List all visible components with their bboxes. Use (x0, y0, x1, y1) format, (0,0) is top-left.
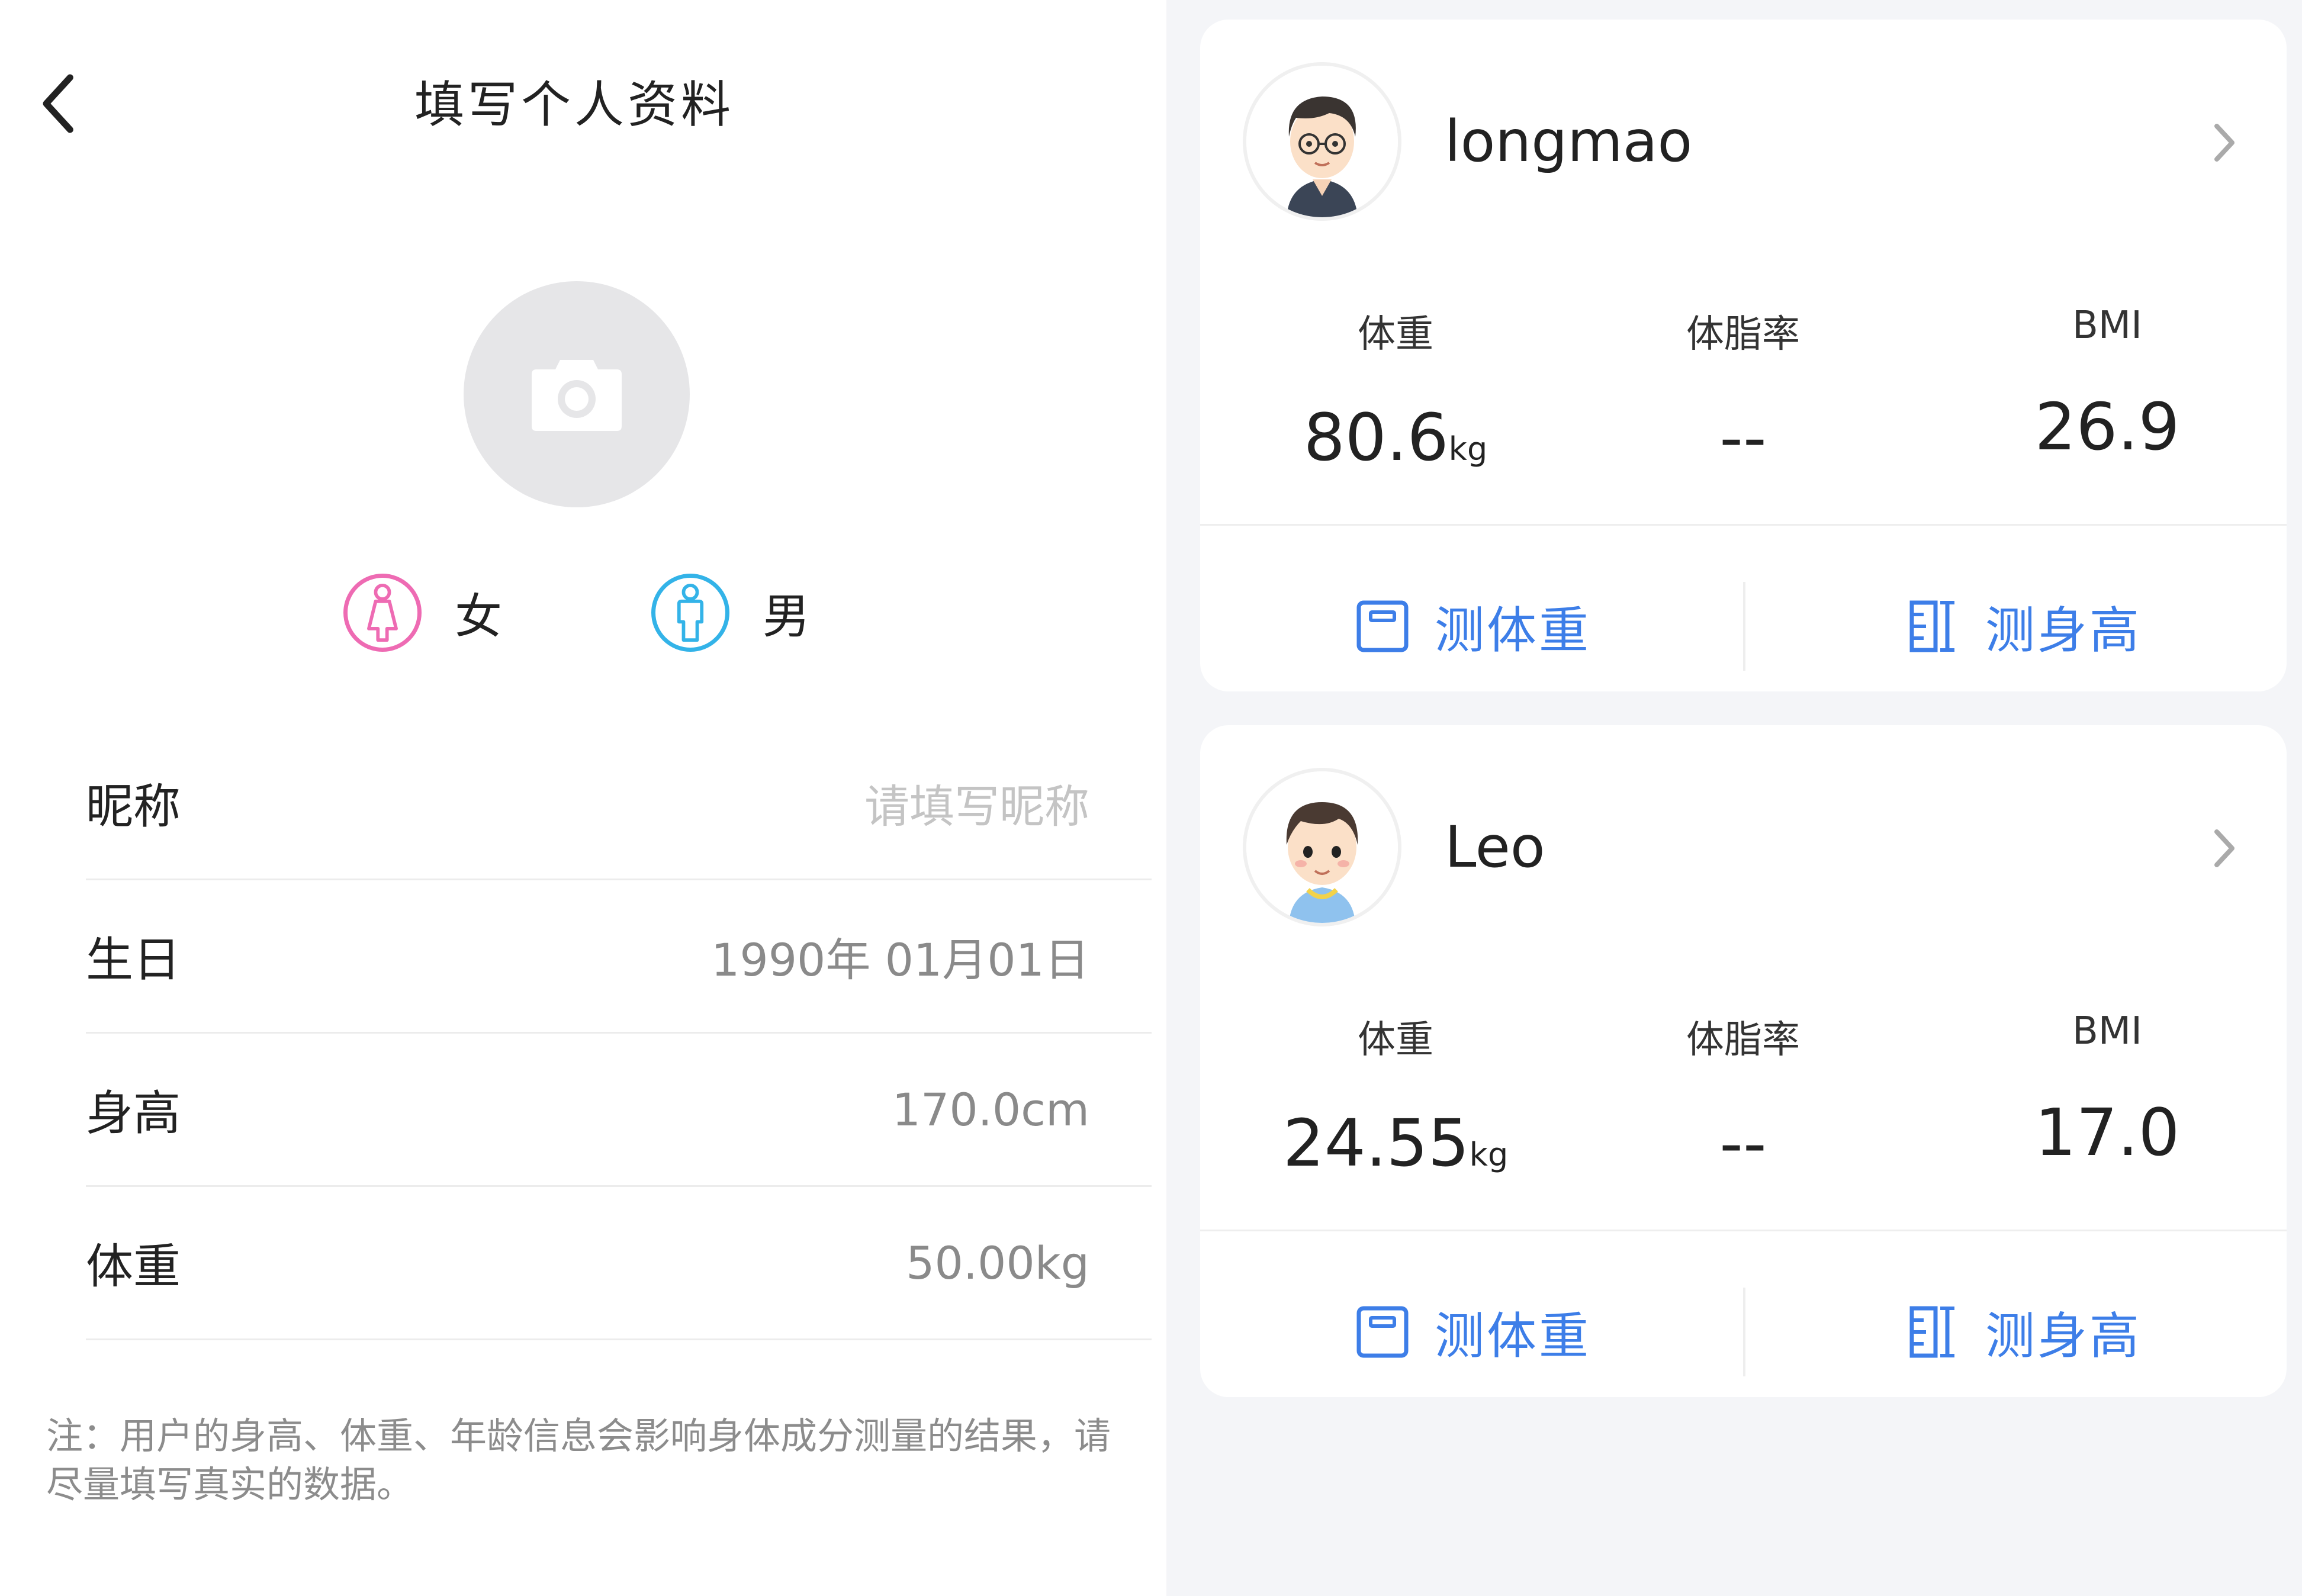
male-icon (651, 574, 729, 652)
nickname-row[interactable]: 昵称 请填写昵称 (86, 727, 1152, 880)
card-divider (1200, 524, 2287, 526)
scale-icon (1356, 1306, 1409, 1358)
gender-option-male[interactable]: 男 (651, 571, 810, 654)
action-divider (1743, 582, 1745, 671)
measure-height-label: 测身高 (1985, 601, 2142, 659)
user-name[interactable]: longmao (1445, 108, 1692, 175)
weight-stat-value: 24.55 (1282, 1105, 1470, 1181)
weight-value[interactable]: 50.00kg (906, 1237, 1089, 1289)
page-title: 填写个人资料 (414, 76, 734, 134)
body-fat-stat-value: -- (1719, 1105, 1767, 1181)
body-fat-stat-value: -- (1719, 400, 1767, 475)
nickname-input[interactable]: 请填写昵称 (864, 770, 1089, 835)
height-value[interactable]: 170.0cm (892, 1083, 1089, 1136)
avatar[interactable] (1246, 771, 1398, 923)
body-fat-stat: 体脂率 -- (1625, 304, 1861, 475)
weight-stat: 体重 80.6kg (1277, 304, 1514, 475)
user-name[interactable]: Leo (1445, 814, 1545, 880)
weight-stat: 体重 24.55kg (1277, 1009, 1514, 1181)
gender-option-female[interactable]: 女 (343, 571, 502, 654)
camera-icon (532, 360, 622, 431)
user-card: longmao 体重 80.6kg 体脂率 -- BMI 26.9 测体重 测身… (1200, 20, 2287, 691)
bmi-stat-label: BMI (2072, 1009, 2142, 1053)
weight-row[interactable]: 体重 50.00kg (86, 1187, 1152, 1340)
weight-stat-unit: kg (1469, 1136, 1509, 1173)
user-avatar-icon (1246, 771, 1398, 923)
bmi-stat-label: BMI (2072, 304, 2142, 347)
height-label: 身高 (86, 1086, 181, 1141)
birthday-label: 生日 (86, 932, 181, 987)
weight-label: 体重 (86, 1239, 181, 1294)
measure-height-button[interactable]: 测身高 (1905, 1293, 2142, 1370)
body-fat-stat-label: 体脂率 (1686, 313, 1800, 356)
body-fat-stat: 体脂率 -- (1625, 1009, 1861, 1181)
birthday-row[interactable]: 生日 1990年 01月01日 (86, 880, 1152, 1034)
gender-female-label: 女 (455, 589, 502, 644)
ruler-icon (1909, 1306, 1954, 1358)
measure-weight-button[interactable]: 测体重 (1354, 588, 1591, 665)
weight-stat-unit: kg (1448, 430, 1488, 468)
height-row[interactable]: 身高 170.0cm (86, 1034, 1152, 1187)
birthday-value[interactable]: 1990年 01月01日 (711, 924, 1089, 989)
info-note: 注：用户的身高、体重、年龄信息会影响身体成分测量的结果，请尽量填写真实的数据。 (46, 1414, 1111, 1506)
bmi-stat-value: 26.9 (2034, 389, 2180, 465)
bmi-stat: BMI 17.0 (1989, 1009, 2226, 1170)
action-divider (1743, 1288, 1745, 1376)
measure-weight-label: 测体重 (1435, 1307, 1592, 1365)
weight-stat-label: 体重 (1358, 313, 1433, 356)
measure-weight-label: 测体重 (1435, 601, 1592, 659)
scale-icon (1356, 600, 1409, 652)
bmi-stat: BMI 26.9 (1989, 304, 2226, 465)
chevron-right-icon[interactable] (2210, 119, 2239, 166)
avatar-upload-button[interactable] (464, 281, 690, 507)
measure-weight-button[interactable]: 测体重 (1354, 1293, 1591, 1370)
gender-male-label: 男 (763, 589, 810, 644)
profile-form-screen: 填写个人资料 女 男 昵称 请填写昵称 生日 1990年 01月01日 身高 1… (0, 0, 1166, 1596)
user-list-screen: longmao 体重 80.6kg 体脂率 -- BMI 26.9 测体重 测身… (1166, 0, 2302, 1596)
measure-height-label: 测身高 (1985, 1307, 2142, 1365)
bmi-stat-value: 17.0 (2034, 1095, 2180, 1170)
avatar[interactable] (1246, 66, 1398, 217)
user-avatar-icon (1246, 66, 1398, 217)
ruler-icon (1909, 600, 1954, 652)
chevron-right-icon[interactable] (2210, 825, 2239, 872)
weight-stat-label: 体重 (1358, 1018, 1433, 1062)
nickname-label: 昵称 (86, 779, 181, 834)
female-icon (343, 574, 422, 652)
body-fat-stat-label: 体脂率 (1686, 1018, 1800, 1062)
user-card: Leo 体重 24.55kg 体脂率 -- BMI 17.0 测体重 测身高 (1200, 725, 2287, 1397)
card-divider (1200, 1230, 2287, 1231)
weight-stat-value: 80.6 (1303, 400, 1449, 475)
measure-height-button[interactable]: 测身高 (1905, 588, 2142, 665)
